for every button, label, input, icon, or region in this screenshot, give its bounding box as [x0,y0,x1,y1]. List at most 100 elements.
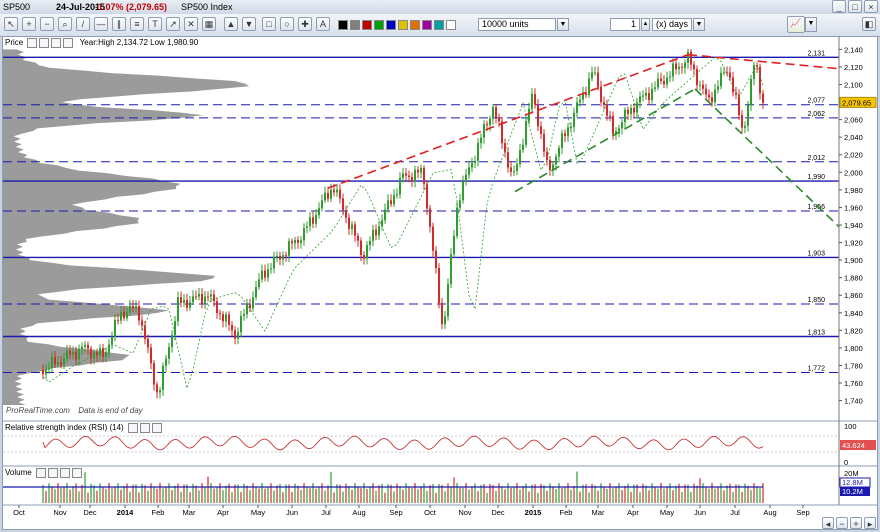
zoom-in-small-icon[interactable]: + [850,517,862,529]
scroll-right-icon[interactable]: ▸ [864,517,876,529]
candle-body [219,312,221,315]
channel-tool-icon[interactable]: ∥ [112,17,126,31]
candle-body [126,312,128,319]
candle-body [543,133,545,152]
volume-window-icon[interactable] [47,468,58,478]
x-tick-label: Feb [560,508,573,517]
price-tick-label: 1,860 [844,291,863,300]
candle-body [336,189,338,193]
price-tick-label: 1,820 [844,326,863,335]
fib-tool-icon[interactable]: ≡ [130,17,144,31]
candle-body [534,93,536,105]
circle-tool-icon[interactable]: ○ [280,17,294,31]
up-arrow-icon[interactable]: ▲ [224,17,238,31]
cross-tool-icon[interactable]: ✚ [298,17,312,31]
color-yellow-swatch[interactable] [398,20,408,30]
level-label: 1,813 [807,329,825,336]
period-stepper[interactable]: ▲ [641,18,650,31]
chart-type-icon[interactable]: 📈 [787,16,805,33]
period-unit-dropdown-icon[interactable]: ▼ [693,18,705,31]
candle-body [99,348,101,356]
candle-body [276,256,278,258]
candle-body [402,173,404,179]
add-icon[interactable] [63,38,74,48]
candle-body [687,51,689,63]
candle-body [420,167,422,173]
line-tool-icon[interactable]: / [76,17,90,31]
candle-body [654,87,656,89]
period-unit-field[interactable]: (x) days [652,18,692,31]
candle-body [546,151,548,160]
chart-svg[interactable]: 2,1312,0772,0622,0121,9901,9561,9031,850… [3,37,877,529]
candle-body [117,319,119,321]
period-field[interactable]: 1 [610,18,640,31]
candle-body [183,299,185,303]
volume-close-icon[interactable] [59,468,70,478]
color-black-swatch[interactable] [338,20,348,30]
candle-body [468,167,470,175]
candle-body [159,389,161,393]
maximize-icon[interactable]: □ [848,0,862,13]
table-icon[interactable]: ▦ [202,17,216,31]
zoom-in-icon[interactable]: + [22,17,36,31]
label-tool-icon[interactable]: A [316,17,330,31]
rsi-wrench-icon[interactable] [127,423,138,433]
color-orange-swatch[interactable] [410,20,420,30]
text-tool-icon[interactable]: T [148,17,162,31]
price-tick-label: 1,740 [844,397,863,406]
candle-body [204,296,206,305]
candle-body [702,84,704,89]
zoom-icon[interactable]: ⌕ [58,17,72,31]
volume-wrench-icon[interactable] [35,468,46,478]
candle-body [522,144,524,151]
candle-body [474,160,476,163]
candle-body [438,267,440,304]
color-gray-swatch[interactable] [350,20,360,30]
zoom-out-icon[interactable]: − [40,17,54,31]
candle-body [312,217,314,224]
color-white-swatch[interactable] [446,20,456,30]
close-icon[interactable]: × [864,0,878,13]
candle-body [198,293,200,297]
chart-area[interactable]: 2,131 2,077 2,062 2,012 1,990 1,956 1,903 1,850… [2,36,878,530]
color-blue-swatch[interactable] [386,20,396,30]
rsi-window-icon[interactable] [139,423,150,433]
close-panel-icon[interactable] [51,38,62,48]
level-label: 2,131 [807,50,825,57]
candle-body [294,239,296,244]
rect-tool-icon[interactable]: □ [262,17,276,31]
minimize-icon[interactable]: _ [832,0,846,13]
candle-body [189,302,191,308]
candle-body [192,296,194,303]
color-red-swatch[interactable] [362,20,372,30]
color-purple-swatch[interactable] [422,20,432,30]
chart-type-dropdown-icon[interactable]: ▼ [805,17,817,32]
price-tick-label: 1,920 [844,239,863,248]
window-icon[interactable] [39,38,50,48]
scroll-left-icon[interactable]: ◂ [822,517,834,529]
options-icon[interactable]: ◧ [862,17,876,31]
zoom-out-small-icon[interactable]: − [836,517,848,529]
pointer-icon[interactable]: ↖ [4,17,18,31]
down-arrow-icon[interactable]: ▼ [242,17,256,31]
candle-body [393,195,395,205]
candle-body [399,178,401,195]
wrench-icon[interactable] [27,38,38,48]
units-field[interactable]: 10000 units [478,18,556,31]
candle-body [135,305,137,309]
units-dropdown-icon[interactable]: ▼ [557,18,569,31]
rsi-close-icon[interactable] [151,423,162,433]
x-tick-label: Jun [694,508,706,517]
candle-body [600,86,602,103]
x-tick-label: May [251,508,265,517]
arrow-tool-icon[interactable]: ↗ [166,17,180,31]
delete-icon[interactable]: ✕ [184,17,198,31]
color-teal-swatch[interactable] [434,20,444,30]
volume-add-icon[interactable] [71,468,82,478]
candle-body [291,241,293,244]
hline-tool-icon[interactable]: — [94,17,108,31]
color-green-swatch[interactable] [374,20,384,30]
candle-body [732,77,734,93]
candle-body [147,338,149,348]
price-tick-label: 1,960 [844,203,863,212]
